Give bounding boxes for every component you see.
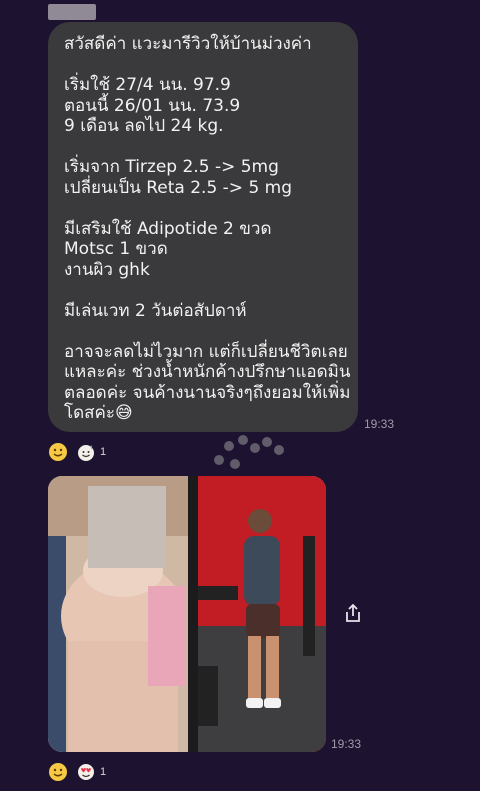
message-line: เริ่มใช้ 27/4 นน. 97.9 [64,75,231,95]
message-bubble[interactable]: สวัสดีค่า แวะมารีวิวให้บ้านม่วงค่า เริ่ม… [48,22,358,432]
message-line: สวัสดีค่า แวะมารีวิวให้บ้านม่วงค่า [64,34,312,54]
message-timestamp: 19:33 [364,417,395,431]
message-line [64,280,342,301]
message-line: มีเสริมใช้ Adipotide 2 ขวด [64,218,272,239]
share-icon [346,603,360,622]
message-line: โดสค่ะ😅 [64,403,133,423]
message-line [64,137,342,158]
message-line [64,321,342,342]
message-reactions[interactable]: 1 [48,441,106,463]
message-line: 9 เดือน ลดไป 24 kg. [64,116,224,136]
sender-name-redacted [48,4,96,20]
message-line: งานผิว ghk [64,259,150,280]
message-line: เริ่มจาก Tirzep 2.5 -> 5mg [64,157,279,177]
sweat-smile-emoji-icon [76,442,96,462]
photo-timestamp: 19:33 [331,737,362,751]
message-line: เปลี่ยนเป็น Reta 2.5 -> 5 mg [64,177,293,198]
photo-reactions[interactable]: 1 [48,761,106,783]
before-after-photo [48,476,326,752]
message-line: อาจจะลดไม่ไวมาก แต่ก็เปลี่ยนชีวิตเลย [64,341,348,362]
photo-message[interactable] [48,476,326,752]
smile-face-icon[interactable] [48,762,68,782]
message-line [64,55,342,76]
message-line: ตอนนี้ 26/01 นน. 73.9 [64,95,241,116]
message-line: Motsc 1 ขวด [64,239,168,259]
message-line [64,198,342,219]
reaction-count: 1 [100,446,107,458]
message-line: ตลอดค่ะ จนค้างนานจริงๆถึงยอมให้เพิ่ม [64,382,351,403]
message-line: แหละค่ะ ช่วงน้ำหนักค้างปรึกษาแอดมิน [64,362,351,382]
heart-eyes-emoji-icon [76,762,96,782]
smile-face-icon[interactable] [48,442,68,462]
share-button[interactable] [336,596,370,630]
top-bar [0,0,480,22]
decorative-dots-icon [214,435,284,469]
reaction-count: 1 [100,766,107,778]
message-line: มีเล่นเวท 2 วันต่อสัปดาห์ [64,300,247,321]
